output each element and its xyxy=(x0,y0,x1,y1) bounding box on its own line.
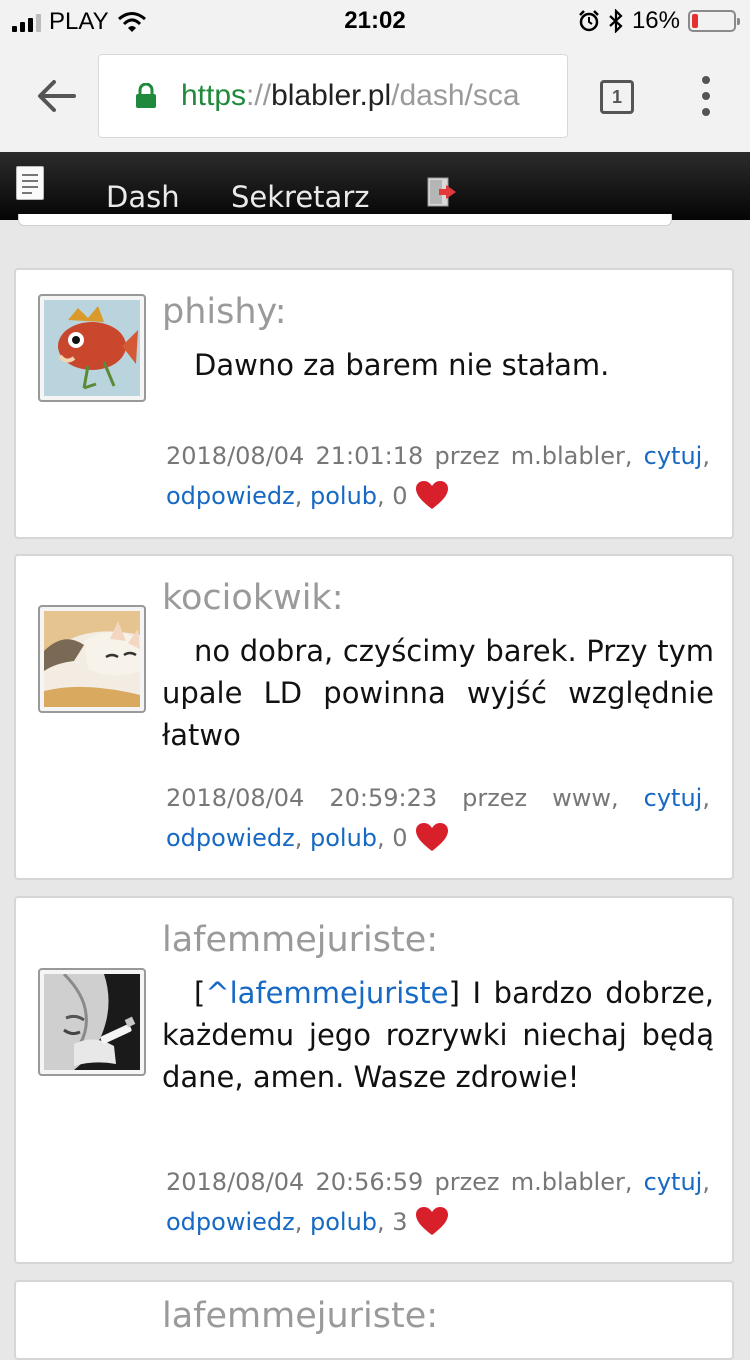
quote-link[interactable]: cytuj xyxy=(644,784,703,812)
post-card: kociokwik: no dobra, czyścimy barek. Prz… xyxy=(14,554,734,880)
battery-fill xyxy=(692,14,698,28)
like-count: 3 xyxy=(392,1208,408,1236)
tab-count: 1 xyxy=(611,87,622,107)
mention-link[interactable]: ^lafemmejuriste xyxy=(205,976,448,1010)
post-card: phishy: Dawno za barem nie stałam. 2018/… xyxy=(14,268,734,539)
back-arrow-icon[interactable] xyxy=(34,74,78,118)
url-separator: :// xyxy=(246,79,272,112)
post-date: 2018/08/04 xyxy=(166,784,305,812)
reply-link[interactable]: odpowiedz xyxy=(166,1208,295,1236)
notes-icon[interactable] xyxy=(16,166,44,200)
previous-card-edge xyxy=(18,214,672,226)
post-meta: 2018/08/04 21:01:18 przez m.blabler, cyt… xyxy=(166,442,710,510)
like-link[interactable]: polub xyxy=(310,824,377,852)
url-scheme: https xyxy=(181,79,247,112)
like-count: 0 xyxy=(392,824,408,852)
mention-close-bracket: ] xyxy=(448,976,460,1010)
reply-link[interactable]: odpowiedz xyxy=(166,482,295,510)
like-count: 0 xyxy=(392,482,408,510)
reply-link[interactable]: odpowiedz xyxy=(166,824,295,852)
fish-avatar-icon xyxy=(44,300,140,396)
smoker-avatar-icon xyxy=(44,974,140,1070)
quote-link[interactable]: cytuj xyxy=(644,442,703,470)
lock-icon xyxy=(136,83,156,108)
url-text: https://blabler.pl/dash/sca xyxy=(181,55,520,137)
mention-open-bracket: [ xyxy=(194,976,206,1010)
via-label: przez xyxy=(434,1168,500,1196)
cat-avatar-icon xyxy=(44,611,140,707)
post-time: 21:01:18 xyxy=(315,442,424,470)
post-via: m.blabler, xyxy=(510,1168,633,1196)
post-via: www, xyxy=(552,784,619,812)
post-message: no dobra, czyścimy barek. Przy tym upale… xyxy=(162,634,714,752)
more-vert-icon[interactable] xyxy=(700,76,712,116)
via-label: przez xyxy=(434,442,500,470)
battery-percent: 16% xyxy=(631,7,680,34)
post-meta: 2018/08/04 20:59:23 przez www, cytuj, od… xyxy=(166,784,710,852)
username[interactable]: lafemmejuriste: xyxy=(162,1296,438,1336)
browser-toolbar: https://blabler.pl/dash/sca 1 xyxy=(0,40,750,152)
post-via: m.blabler, xyxy=(510,442,633,470)
url-path: /dash/sca xyxy=(391,79,520,112)
post-message: [^lafemmejuriste] I bardzo dobrze, każde… xyxy=(162,972,714,1098)
url-domain: blabler.pl xyxy=(271,79,392,112)
nav-dash[interactable]: Dash xyxy=(106,180,180,214)
post-date: 2018/08/04 xyxy=(166,1168,305,1196)
post-card: lafemmejuriste: [^lafemmejuriste] I bard… xyxy=(14,896,734,1264)
post-message: Dawno za barem nie stałam. xyxy=(194,348,610,382)
post-date: 2018/08/04 xyxy=(166,442,305,470)
post-card: lafemmejuriste: xyxy=(14,1280,734,1360)
post-meta: 2018/08/04 20:56:59 przez m.blabler, cyt… xyxy=(166,1168,710,1236)
quote-link[interactable]: cytuj xyxy=(644,1168,703,1196)
heart-icon xyxy=(416,1207,449,1235)
post-time: 20:56:59 xyxy=(315,1168,424,1196)
tabs-icon[interactable]: 1 xyxy=(600,80,634,114)
via-label: przez xyxy=(462,784,528,812)
status-bar: PLAY 21:02 16% xyxy=(0,0,750,40)
status-right: 16% xyxy=(578,7,740,35)
bluetooth-icon xyxy=(609,9,623,33)
post-time: 20:59:23 xyxy=(329,784,438,812)
heart-icon xyxy=(416,481,449,509)
avatar[interactable] xyxy=(38,294,146,402)
username[interactable]: lafemmejuriste: xyxy=(162,920,438,960)
alarm-icon xyxy=(579,10,599,32)
avatar[interactable] xyxy=(38,968,146,1076)
address-bar[interactable]: https://blabler.pl/dash/sca xyxy=(98,54,568,138)
username[interactable]: kociokwik: xyxy=(162,578,344,618)
battery-icon xyxy=(688,10,740,32)
like-link[interactable]: polub xyxy=(310,1208,377,1236)
heart-icon xyxy=(416,823,449,851)
username[interactable]: phishy: xyxy=(162,292,287,332)
like-link[interactable]: polub xyxy=(310,482,377,510)
avatar[interactable] xyxy=(38,605,146,713)
logout-icon[interactable] xyxy=(426,176,458,208)
nav-sekretarz[interactable]: Sekretarz xyxy=(231,180,369,214)
site-nav: Dash Sekretarz xyxy=(0,152,750,220)
